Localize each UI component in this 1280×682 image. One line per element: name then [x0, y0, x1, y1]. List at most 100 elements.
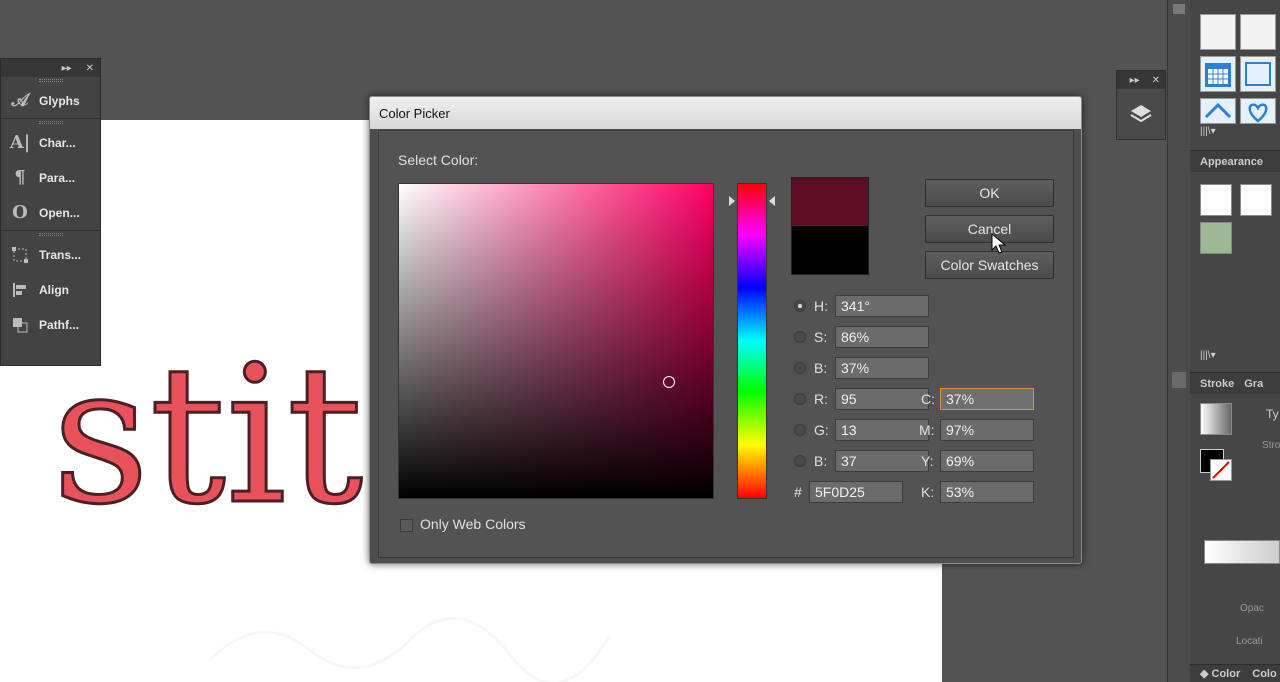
red-radio[interactable] [794, 393, 806, 405]
stroke-label: Stro [1262, 440, 1280, 451]
cyan-field[interactable]: 37% [940, 388, 1034, 410]
tab-color[interactable]: ◆ Color [1200, 667, 1240, 680]
hue-slider-right-handle-icon[interactable] [769, 196, 775, 206]
hue-field[interactable]: 341° [835, 295, 929, 317]
transform-icon [9, 244, 31, 266]
red-label: R: [814, 391, 828, 407]
film-icon[interactable] [1240, 56, 1276, 92]
saturation-field[interactable]: 86% [835, 326, 929, 348]
color-swatches-button[interactable]: Color Swatches [925, 251, 1054, 279]
library-menu-icon[interactable]: |||\▾ [1200, 126, 1216, 137]
brightness-label: B: [814, 360, 828, 376]
panel-item-label: Glyphs [39, 93, 80, 108]
only-web-colors-label: Only Web Colors [420, 516, 526, 532]
location-label: Locati [1236, 636, 1263, 647]
black-label: K: [921, 484, 935, 500]
panel-item-character[interactable]: A| Char... [1, 125, 100, 160]
new-color-preview [791, 177, 869, 226]
original-color-preview[interactable] [791, 226, 869, 275]
close-icon[interactable]: ✕ [86, 63, 94, 74]
green-radio[interactable] [794, 424, 806, 436]
cancel-button[interactable]: Cancel [925, 215, 1054, 243]
panel-item-pathfinder[interactable]: Pathf... [1, 307, 100, 342]
yellow-label: Y: [921, 453, 934, 469]
opacity-label: Opac [1240, 603, 1264, 614]
brightness-field[interactable]: 37% [835, 357, 929, 379]
right-panel-dock: |||\▾ Appearance |||\▾ Stroke Gra Ty Str… [1190, 0, 1280, 682]
cyan-label: C: [921, 391, 935, 407]
dock-collapse-handle[interactable] [1173, 4, 1185, 14]
library-menu-icon[interactable]: |||\▾ [1200, 350, 1216, 361]
panel-item-label: Open... [39, 205, 80, 220]
dock-strip [1167, 0, 1190, 682]
hue-slider[interactable] [737, 183, 767, 499]
opentype-icon: O [12, 202, 28, 223]
artboard-ghost-text [208, 616, 612, 682]
color-tabs: ◆ Color Colo [1190, 664, 1280, 682]
hex-label: # [794, 484, 802, 500]
only-web-colors-checkbox[interactable] [400, 519, 413, 532]
ok-button[interactable]: OK [925, 179, 1054, 207]
layers-mini-panel: ▸▸ ✕ [1116, 70, 1166, 140]
hex-field[interactable]: 5F0D25 [809, 481, 903, 503]
mini-panel-header: ▸▸ ✕ [1117, 71, 1165, 89]
color-selector-marker[interactable] [663, 376, 675, 388]
left-panel-header: ▸▸ ✕ [1, 59, 100, 77]
hue-slider-left-handle-icon[interactable] [729, 196, 735, 206]
gradient-slider[interactable] [1204, 540, 1280, 564]
glyphs-icon: 𝒜 [11, 90, 29, 111]
image-thumb[interactable] [1200, 222, 1232, 254]
dock-scroll-handle[interactable] [1172, 372, 1186, 388]
heart-icon[interactable] [1240, 98, 1276, 124]
gradient-preview[interactable] [1200, 403, 1232, 435]
panel-item-glyphs[interactable]: 𝒜 Glyphs [1, 83, 100, 118]
left-panel-dock: ▸▸ ✕ 𝒜 Glyphs A| Char... ¶ Para... O Ope… [0, 58, 101, 366]
hue-radio[interactable] [794, 300, 806, 312]
color-picker-dialog: Color Picker Select Color: OK Cancel Col… [369, 96, 1082, 564]
character-icon: A| [9, 132, 31, 153]
green-field[interactable]: 13 [835, 419, 929, 441]
symbol-thumb[interactable] [1240, 14, 1276, 50]
appearance-panel-title[interactable]: Appearance [1190, 150, 1280, 172]
panel-item-align[interactable]: Align [1, 272, 100, 307]
blue-label: B: [814, 453, 828, 469]
hue-label: H: [814, 298, 828, 314]
dialog-title[interactable]: Color Picker [370, 97, 1081, 129]
green-label: G: [814, 422, 829, 438]
panel-item-paragraph[interactable]: ¶ Para... [1, 160, 100, 195]
magenta-label: M: [919, 422, 935, 438]
panel-item-label: Align [39, 282, 69, 297]
collapse-icon[interactable]: ▸▸ [1130, 75, 1140, 86]
brightness-radio[interactable] [794, 362, 806, 374]
stroke-swatch[interactable] [1240, 184, 1272, 216]
type-label: Ty [1266, 407, 1279, 421]
symbol-thumb[interactable] [1200, 14, 1236, 50]
layers-icon[interactable] [1117, 89, 1165, 125]
artboard-text[interactable]: stitc [52, 316, 392, 556]
saturation-brightness-field[interactable] [398, 183, 714, 499]
red-field[interactable]: 95 [835, 388, 929, 410]
stroke-gradient-tabs: Stroke Gra [1190, 372, 1280, 394]
pathfinder-icon [9, 314, 31, 336]
tab-stroke[interactable]: Stroke [1200, 378, 1234, 390]
symbols-grid [1198, 14, 1278, 124]
saturation-radio[interactable] [794, 331, 806, 343]
panel-item-label: Trans... [39, 247, 82, 262]
panel-item-label: Para... [39, 170, 76, 185]
panel-item-transform[interactable]: Trans... [1, 237, 100, 272]
stroke-none-swatch[interactable] [1210, 459, 1232, 481]
magenta-field[interactable]: 97% [940, 419, 1034, 441]
blue-radio[interactable] [794, 455, 806, 467]
fill-swatch[interactable] [1200, 184, 1232, 216]
calendar-icon[interactable] [1200, 56, 1236, 92]
yellow-field[interactable]: 69% [940, 450, 1034, 472]
close-icon[interactable]: ✕ [1152, 75, 1160, 86]
black-field[interactable]: 53% [940, 481, 1034, 503]
mouse-cursor-icon [991, 233, 1007, 254]
home-icon[interactable] [1200, 98, 1236, 124]
tab-gradient[interactable]: Gra [1244, 378, 1263, 390]
collapse-icon[interactable]: ▸▸ [62, 63, 72, 74]
tab-color-guide[interactable]: Colo [1252, 668, 1276, 680]
blue-field[interactable]: 37 [835, 450, 929, 472]
panel-item-opentype[interactable]: O Open... [1, 195, 100, 230]
